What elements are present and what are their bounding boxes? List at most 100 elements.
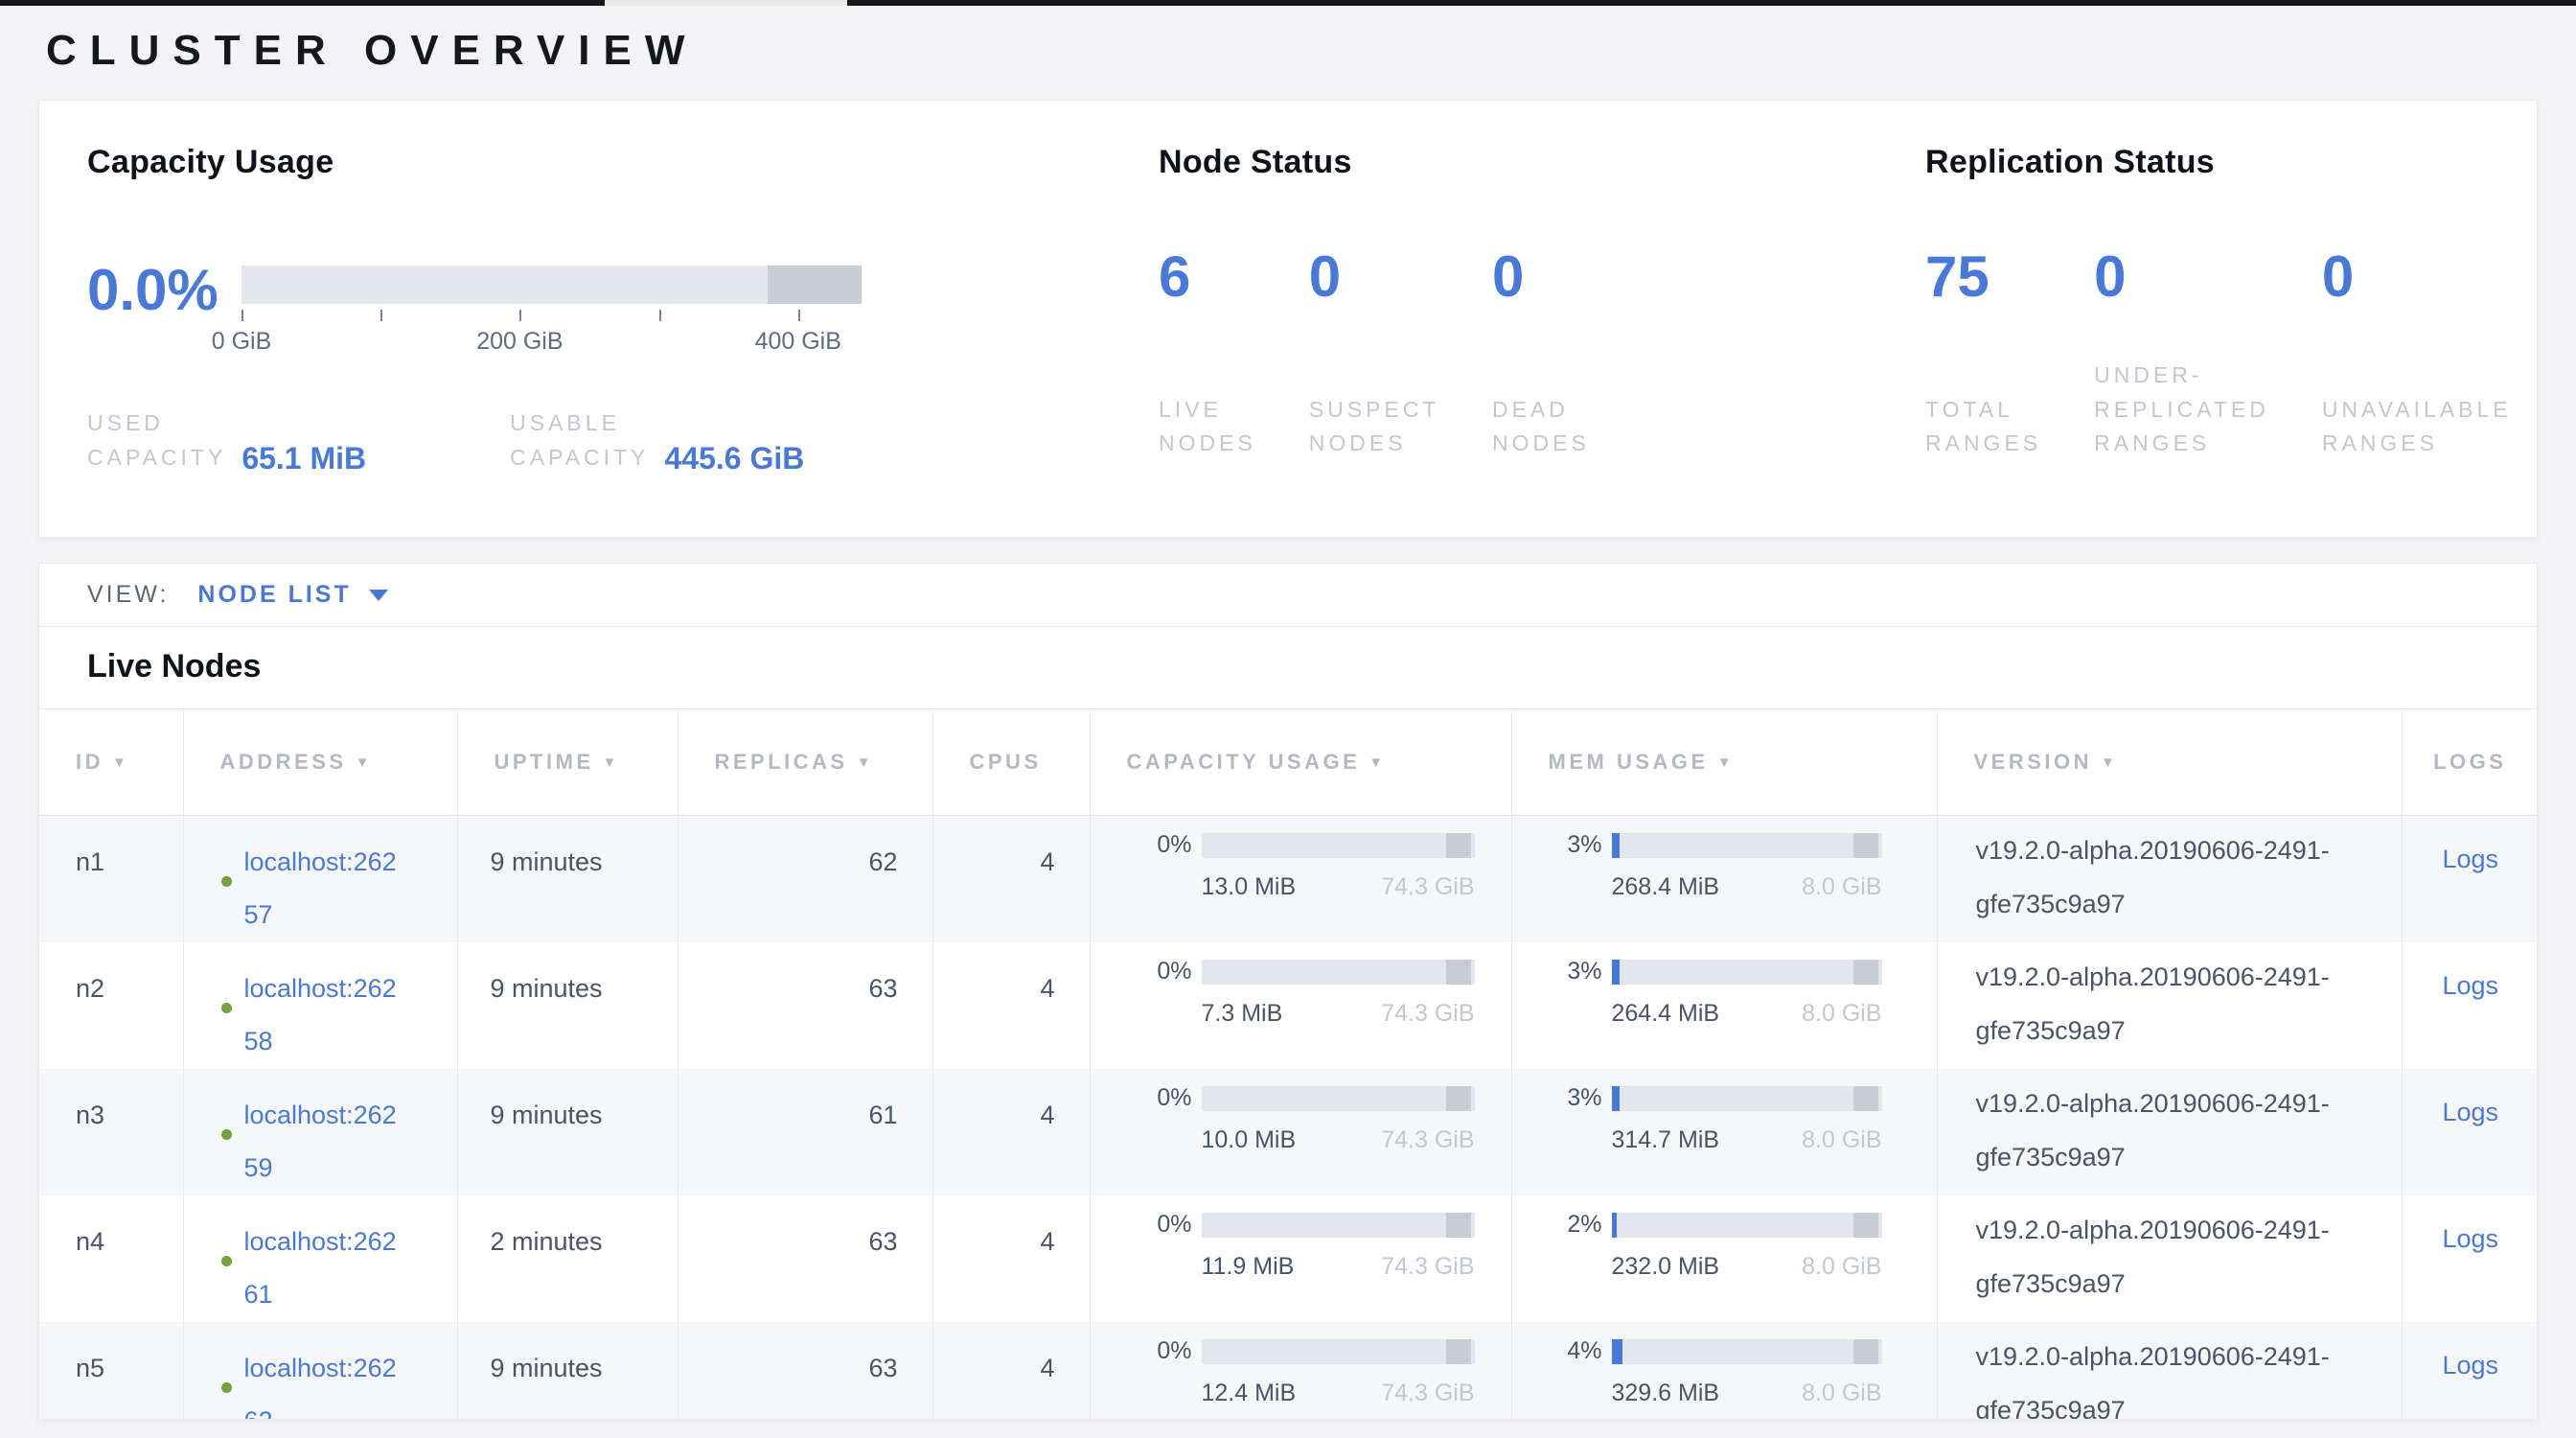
node-address-link[interactable]: localhost:26257 (244, 847, 397, 929)
live-nodes-label: LIVE NODES (1159, 393, 1256, 461)
node-address-link[interactable]: localhost:26262 (244, 1354, 397, 1420)
node-cpus: 4 (932, 1069, 1090, 1195)
unavailable-ranges-label: UNAVAILABLE RANGES (2322, 393, 2512, 461)
used-capacity-value: 65.1 MiB (242, 441, 366, 476)
node-uptime: 2 minutes (457, 1195, 678, 1322)
node-version: v19.2.0-alpha.20190606-2491-gfe735c9a97 (1937, 942, 2402, 1069)
column-header-id[interactable]: ID▼ (39, 709, 183, 816)
logs-link[interactable]: Logs (2442, 1351, 2498, 1380)
used-capacity-label: USED CAPACITY (87, 406, 226, 475)
capacity-bar-other-segment (768, 266, 862, 304)
node-version: v19.2.0-alpha.20190606-2491-gfe735c9a97 (1937, 816, 2402, 943)
chevron-down-icon (369, 590, 388, 601)
view-selector-dropdown[interactable]: NODE LIST (197, 581, 387, 609)
capacity-bar-track (242, 266, 862, 304)
node-capacity-usage: 0% 10.0 MiB74.3 GiB (1090, 1069, 1511, 1195)
node-replicas: 62 (678, 816, 932, 943)
capacity-stats: USED CAPACITY 65.1 MiB USABLE CAPACITY 4… (87, 406, 1159, 475)
node-cpus: 4 (932, 1322, 1090, 1420)
node-version: v19.2.0-alpha.20190606-2491-gfe735c9a97 (1937, 1195, 2402, 1322)
table-header-row: ID▼ ADDRESS▼ UPTIME▼ REPLICAS▼ CPUS CAPA… (39, 709, 2538, 816)
table-row: n3 localhost:26259 9 minutes 61 4 0% 10.… (39, 1069, 2538, 1195)
column-header-cpus: CPUS (932, 709, 1090, 816)
sort-arrow-icon: ▼ (1368, 754, 1386, 771)
sort-arrow-icon: ▼ (857, 754, 874, 771)
axis-label-200gib: 200 GiB (476, 328, 563, 356)
dead-nodes-label: DEAD NODES (1492, 393, 1590, 461)
replication-status-heading: Replication Status (1925, 144, 2537, 181)
capacity-usage-bar (1202, 833, 1475, 858)
column-header-version[interactable]: VERSION▼ (1937, 709, 2402, 816)
replication-status-stats: 75 TOTAL RANGES 0 UNDER-REPLICATED RANGE… (1925, 248, 2537, 461)
node-address: localhost:26261 (221, 1216, 400, 1321)
browser-edge-strip (0, 0, 2576, 6)
node-address-link[interactable]: localhost:26259 (244, 1101, 397, 1182)
table-row: n1 localhost:26257 9 minutes 62 4 0% 13.… (39, 816, 2538, 943)
usable-capacity-value: 445.6 GiB (664, 441, 804, 476)
sort-arrow-icon: ▼ (1717, 754, 1735, 771)
mem-usage-bar (1612, 833, 1882, 858)
live-status-dot-icon (221, 1003, 232, 1013)
mem-usage-bar (1612, 1086, 1882, 1111)
node-address: localhost:26258 (221, 963, 400, 1068)
usable-capacity-stat: USABLE CAPACITY 445.6 GiB (510, 406, 804, 475)
browser-edge-light-segment (605, 0, 847, 6)
node-uptime: 9 minutes (457, 816, 678, 943)
node-id: n3 (39, 1069, 183, 1195)
node-status-stats: 6 LIVE NODES 0 SUSPECT NODES 0 DEAD NODE… (1159, 248, 1925, 461)
suspect-nodes-label: SUSPECT NODES (1309, 393, 1439, 461)
capacity-usage-chart: 0.0% 0 GiB 200 GiB 400 GiB (87, 266, 1159, 355)
column-header-address[interactable]: ADDRESS▼ (183, 709, 457, 816)
capacity-usage-bar (1202, 1213, 1475, 1238)
node-address: localhost:26259 (221, 1089, 400, 1194)
under-replicated-ranges-value: 0 (2094, 248, 2269, 306)
total-ranges-value: 75 (1925, 248, 2041, 306)
capacity-axis-ticks (242, 310, 862, 322)
node-status-panel: Node Status 6 LIVE NODES 0 SUSPECT NODES… (1159, 144, 1925, 537)
live-status-dot-icon (221, 1382, 232, 1393)
column-header-uptime[interactable]: UPTIME▼ (457, 709, 678, 816)
capacity-axis-labels: 0 GiB 200 GiB 400 GiB (242, 328, 862, 355)
view-label: VIEW: (87, 581, 169, 609)
unavailable-ranges-value: 0 (2322, 248, 2512, 306)
capacity-usage-heading: Capacity Usage (87, 144, 1159, 181)
node-replicas: 61 (678, 1069, 932, 1195)
unavailable-ranges-stat: 0 UNAVAILABLE RANGES (2322, 248, 2512, 461)
mem-usage-bar (1612, 960, 1882, 985)
node-mem-usage: 2% 232.0 MiB8.0 GiB (1511, 1195, 1937, 1322)
node-mem-usage: 3% 268.4 MiB8.0 GiB (1511, 816, 1937, 943)
logs-link[interactable]: Logs (2442, 845, 2498, 873)
total-ranges-stat: 75 TOTAL RANGES (1925, 248, 2041, 461)
table-row: n2 localhost:26258 9 minutes 63 4 0% 7.3… (39, 942, 2538, 1069)
column-header-capacity-usage[interactable]: CAPACITY USAGE▼ (1090, 709, 1511, 816)
node-cpus: 4 (932, 942, 1090, 1069)
node-uptime: 9 minutes (457, 942, 678, 1069)
cluster-overview-page: CLUSTER OVERVIEW Capacity Usage 0.0% 0 G… (0, 6, 2576, 1420)
node-capacity-usage: 0% 13.0 MiB74.3 GiB (1090, 816, 1511, 943)
column-header-mem-usage[interactable]: MEM USAGE▼ (1511, 709, 1937, 816)
sort-arrow-icon: ▼ (356, 754, 373, 771)
node-address-link[interactable]: localhost:26261 (244, 1227, 397, 1309)
axis-label-0gib: 0 GiB (212, 328, 272, 356)
table-row: n5 localhost:26262 9 minutes 63 4 0% 12.… (39, 1322, 2538, 1420)
logs-link[interactable]: Logs (2442, 971, 2498, 1000)
dead-nodes-value: 0 (1492, 248, 1590, 306)
node-uptime: 9 minutes (457, 1069, 678, 1195)
capacity-bar: 0 GiB 200 GiB 400 GiB (242, 266, 862, 355)
node-replicas: 63 (678, 1195, 932, 1322)
suspect-nodes-value: 0 (1309, 248, 1439, 306)
replication-status-panel: Replication Status 75 TOTAL RANGES 0 UND… (1925, 144, 2537, 537)
column-header-replicas[interactable]: REPLICAS▼ (678, 709, 932, 816)
summary-card: Capacity Usage 0.0% 0 GiB 200 GiB 400 Gi… (38, 100, 2538, 538)
live-status-dot-icon (221, 876, 232, 887)
logs-link[interactable]: Logs (2442, 1224, 2498, 1253)
node-address-link[interactable]: localhost:26258 (244, 974, 397, 1055)
page-title: CLUSTER OVERVIEW (46, 27, 2538, 75)
total-ranges-label: TOTAL RANGES (1925, 393, 2041, 461)
live-nodes-stat: 6 LIVE NODES (1159, 248, 1256, 461)
sort-arrow-icon: ▼ (2101, 754, 2118, 771)
logs-link[interactable]: Logs (2442, 1098, 2498, 1126)
axis-label-400gib: 400 GiB (755, 328, 841, 356)
node-status-heading: Node Status (1159, 144, 1925, 181)
node-version: v19.2.0-alpha.20190606-2491-gfe735c9a97 (1937, 1322, 2402, 1420)
